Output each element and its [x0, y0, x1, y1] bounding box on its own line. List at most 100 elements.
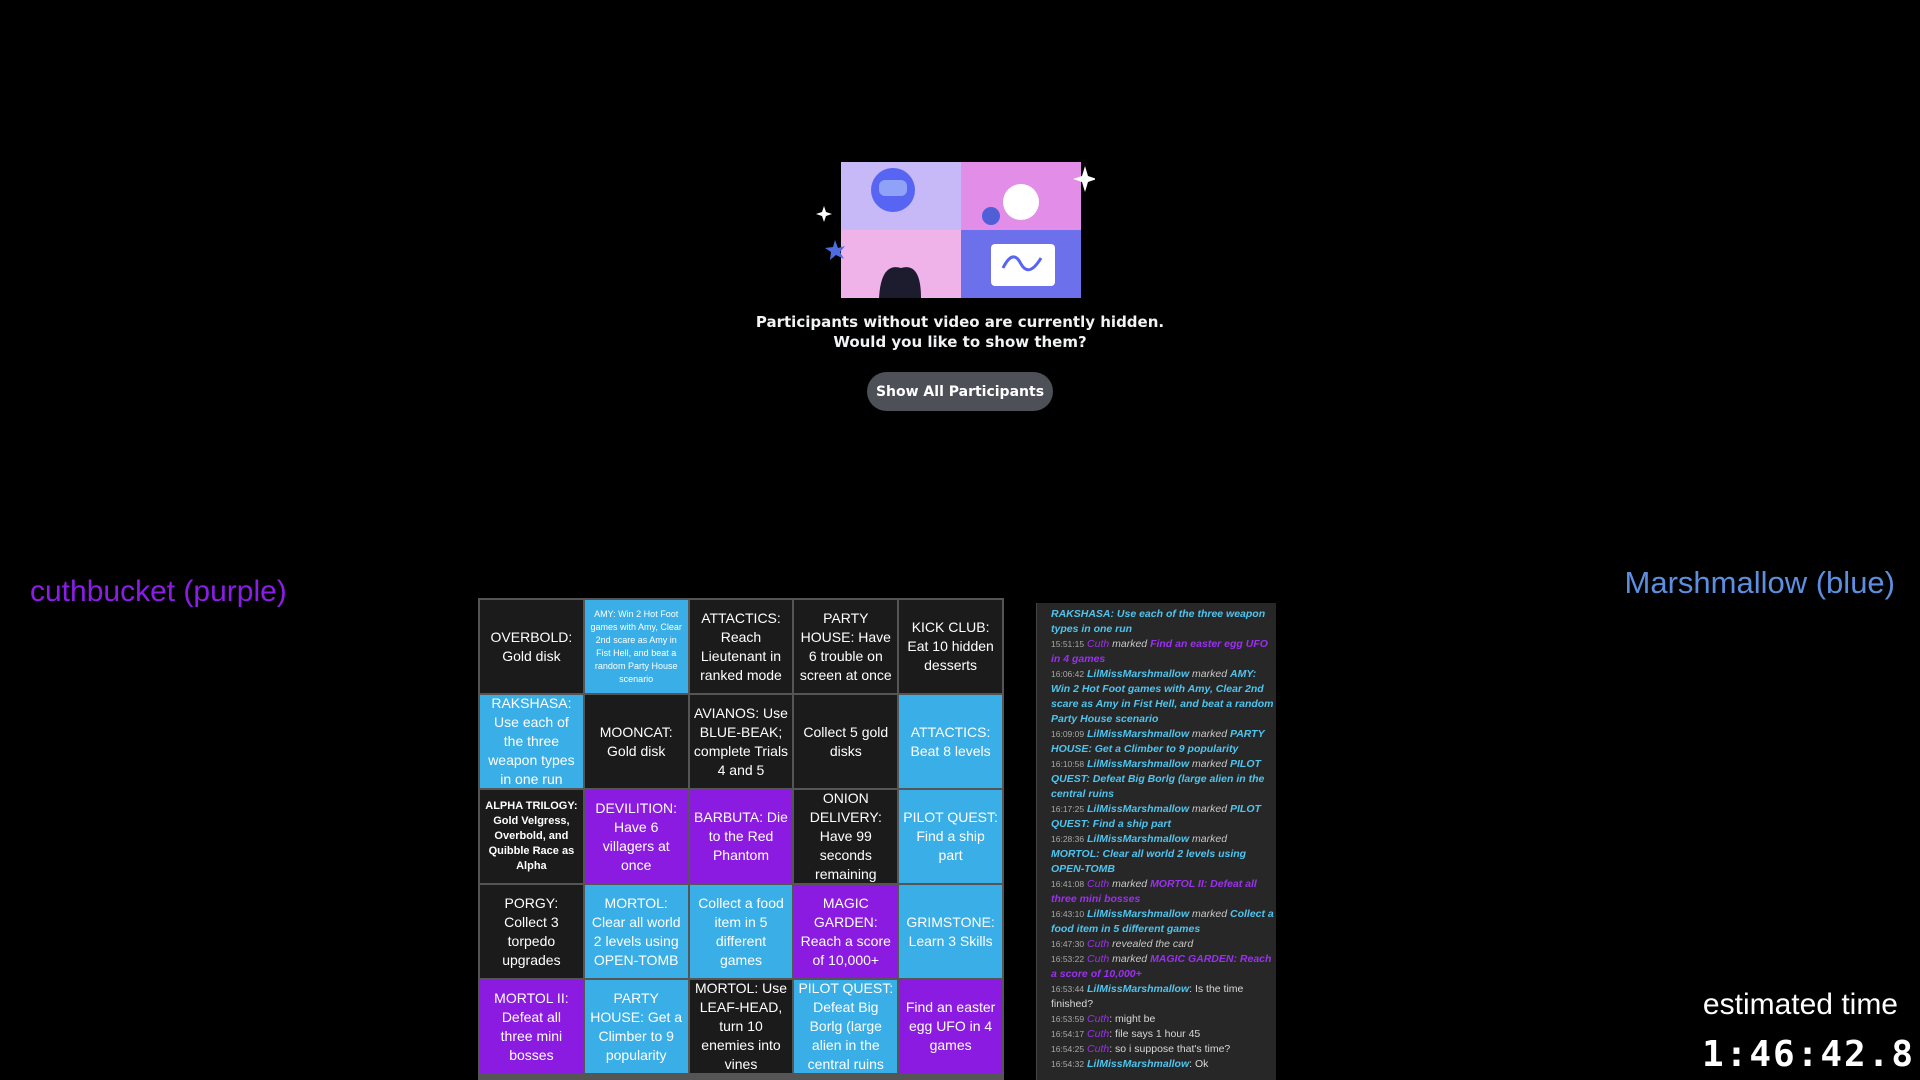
log-timestamp: 16:17:25	[1051, 804, 1085, 814]
log-user: LilMissMarshmallow	[1087, 668, 1190, 680]
log-goal: MAGIC GARDEN: Reach a score of 10,000+	[1051, 953, 1272, 980]
log-user: Cuth	[1087, 938, 1110, 950]
log-user: Cuth	[1087, 1028, 1110, 1040]
log-user: LilMissMarshmallow	[1087, 1058, 1190, 1070]
participants-illustration	[816, 162, 1095, 298]
log-goal: MORTOL: Clear all world 2 levels using O…	[1051, 848, 1247, 875]
bingo-cell-text: Collect a food item in 5 different games	[698, 894, 784, 968]
bingo-cell[interactable]: Collect a food item in 5 different games	[689, 885, 793, 978]
bingo-cell[interactable]: OVERBOLD: Gold disk	[480, 600, 583, 693]
log-timestamp: 16:54:17	[1051, 1029, 1085, 1039]
log-action: revealed the card	[1112, 938, 1194, 950]
bingo-cell[interactable]: PORGY: Collect 3 torpedo upgrades	[480, 885, 583, 978]
log-goal: Find an easter egg UFO in 4 games	[1051, 638, 1268, 665]
log-entry: 16:54:17 Cuth: file says 1 hour 45	[1051, 1027, 1276, 1042]
timer-value: 1:46:42.8	[1702, 1034, 1915, 1074]
bingo-cell[interactable]: RAKSHASA: Use each of the three weapon t…	[480, 695, 583, 788]
bingo-cell-text: AVIANOS: Use BLUE-BEAK; complete Trials …	[693, 704, 789, 778]
log-action: marked	[1112, 953, 1148, 965]
bingo-cell-text: PILOT QUEST: Find a ship part	[903, 809, 998, 863]
log-timestamp: 16:53:59	[1051, 1014, 1085, 1024]
bingo-cell[interactable]: GRIMSTONE: Learn 3 Skills	[899, 885, 1002, 978]
log-timestamp: 16:53:44	[1051, 984, 1085, 994]
log-action: : so i suppose that's time?	[1109, 1043, 1231, 1055]
bingo-cell[interactable]: MOONCAT: Gold disk	[584, 695, 688, 788]
bingo-cell[interactable]: ATTACTICS: Beat 8 levels	[899, 695, 1002, 788]
log-timestamp: 16:09:09	[1051, 729, 1085, 739]
timer-display: 1:46:42.8	[1702, 1034, 1915, 1074]
log-action: : might be	[1109, 1013, 1156, 1025]
log-user: Cuth	[1087, 953, 1110, 965]
log-user: LilMissMarshmallow	[1087, 908, 1190, 920]
log-action: : Ok	[1189, 1058, 1209, 1070]
log-goal: RAKSHASA: Use each of the three weapon t…	[1051, 608, 1266, 635]
bingo-cell-text: Collect 5 gold disks	[803, 723, 889, 759]
bingo-cell[interactable]: ONION DELIVERY: Have 99 seconds remainin…	[794, 790, 898, 883]
bingo-cell[interactable]: PARTY HOUSE: Get a Climber to 9 populari…	[584, 980, 688, 1073]
bingo-cell[interactable]: MORTOL: Use LEAF-HEAD, turn 10 enemies i…	[689, 980, 793, 1073]
bingo-cell[interactable]: Find an easter egg UFO in 4 games	[899, 980, 1002, 1073]
bingo-cell[interactable]: BARBUTA: Die to the Red Phantom	[689, 790, 793, 883]
bingo-cell[interactable]: DEVILITION: Have 6 villagers at once	[584, 790, 688, 883]
log-action: marked	[1192, 728, 1228, 740]
bingo-cell-text: Find an easter egg UFO in 4 games	[905, 999, 996, 1053]
bingo-cell[interactable]: ATTACTICS: Reach Lieutenant in ranked mo…	[689, 600, 793, 693]
log-timestamp: 16:53:22	[1051, 954, 1085, 964]
log-user: LilMissMarshmallow	[1087, 983, 1190, 995]
bingo-cell-text: ATTACTICS: Beat 8 levels	[910, 723, 991, 759]
log-user: LilMissMarshmallow	[1087, 833, 1190, 845]
log-entry: 16:41:08 Cuth marked MORTOL II: Defeat a…	[1051, 877, 1276, 907]
log-timestamp: 16:06:42	[1051, 669, 1085, 679]
bingo-cell[interactable]: AVIANOS: Use BLUE-BEAK; complete Trials …	[689, 695, 793, 788]
log-user: LilMissMarshmallow	[1087, 728, 1190, 740]
log-timestamp: 16:54:32	[1051, 1059, 1085, 1069]
log-action: marked	[1112, 878, 1148, 890]
bingo-cell[interactable]: PILOT QUEST: Defeat Big Borlg (large ali…	[794, 980, 898, 1073]
bingo-log[interactable]: RAKSHASA: Use each of the three weapon t…	[1036, 603, 1276, 1080]
bingo-cell-text: DEVILITION: Have 6 villagers at once	[595, 799, 678, 873]
bingo-cell-text: GRIMSTONE: Learn 3 Skills	[906, 913, 995, 949]
player-label-purple: cuthbucket (purple)	[30, 575, 287, 608]
bingo-cell[interactable]: Collect 5 gold disks	[794, 695, 898, 788]
message-line-2: Would you like to show them?	[833, 333, 1087, 351]
log-entry: 16:47:30 Cuth revealed the card	[1051, 937, 1276, 952]
log-timestamp: 16:41:08	[1051, 879, 1085, 889]
log-timestamp: 16:28:36	[1051, 834, 1085, 844]
log-entry: 16:53:22 Cuth marked MAGIC GARDEN: Reach…	[1051, 952, 1276, 982]
bingo-cell[interactable]: KICK CLUB: Eat 10 hidden desserts	[899, 600, 1002, 693]
log-action: marked	[1112, 638, 1148, 650]
log-entry: 16:06:42 LilMissMarshmallow marked AMY: …	[1051, 667, 1276, 727]
bingo-cell-text: RAKSHASA: Use each of the three weapon t…	[488, 695, 575, 787]
bingo-cell[interactable]: PARTY HOUSE: Have 6 trouble on screen at…	[794, 600, 898, 693]
bingo-cell-text: AMY: Win 2 Hot Foot games with Amy, Clea…	[590, 608, 682, 684]
hidden-participants-message: Participants without video are currently…	[660, 312, 1260, 352]
log-timestamp: 15:51:15	[1051, 639, 1085, 649]
player-label-blue: Marshmallow (blue)	[1624, 565, 1895, 600]
bingo-cell[interactable]: MORTOL II: Defeat all three mini bosses	[480, 980, 583, 1073]
bingo-cell[interactable]: MAGIC GARDEN: Reach a score of 10,000+	[794, 885, 898, 978]
bingo-cell-text: BARBUTA: Die to the Red Phantom	[694, 809, 788, 863]
bingo-cell[interactable]: PILOT QUEST: Find a ship part	[899, 790, 1002, 883]
log-entry: 16:53:59 Cuth: might be	[1051, 1012, 1276, 1027]
bingo-cell-text: MAGIC GARDEN: Reach a score of 10,000+	[800, 894, 891, 968]
bingo-cell-text: MORTOL: Use LEAF-HEAD, turn 10 enemies i…	[694, 980, 788, 1072]
estimated-time-label: estimated time	[1702, 988, 1898, 1021]
bingo-cell-text: MOONCAT: Gold disk	[599, 723, 673, 759]
log-action: marked	[1192, 668, 1228, 680]
log-entry: 16:09:09 LilMissMarshmallow marked PARTY…	[1051, 727, 1276, 757]
bingo-cell-text: ALPHA TRILOGY: Gold Velgress, Overbold, …	[485, 800, 578, 872]
log-timestamp: 16:54:25	[1051, 1044, 1085, 1054]
log-action: marked	[1192, 803, 1228, 815]
bingo-cell-text: PORGY: Collect 3 torpedo upgrades	[502, 894, 561, 968]
log-user: Cuth	[1087, 878, 1110, 890]
log-user: Cuth	[1087, 1013, 1110, 1025]
bingo-cell-text: MORTOL: Clear all world 2 levels using O…	[591, 894, 681, 968]
bingo-cell[interactable]: MORTOL: Clear all world 2 levels using O…	[584, 885, 688, 978]
log-user: LilMissMarshmallow	[1087, 758, 1190, 770]
log-entry: 16:28:36 LilMissMarshmallow marked MORTO…	[1051, 832, 1276, 877]
show-all-participants-button[interactable]: Show All Participants	[867, 372, 1053, 411]
bingo-cell-text: PARTY HOUSE: Have 6 trouble on screen at…	[799, 609, 892, 683]
bingo-cell[interactable]: AMY: Win 2 Hot Foot games with Amy, Clea…	[584, 600, 688, 693]
bingo-cell[interactable]: ALPHA TRILOGY: Gold Velgress, Overbold, …	[480, 790, 583, 883]
log-entry: 16:54:32 LilMissMarshmallow: Ok	[1051, 1057, 1276, 1072]
